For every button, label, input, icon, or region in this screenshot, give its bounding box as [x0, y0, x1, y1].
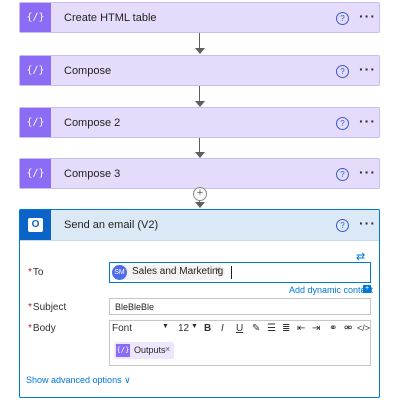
arrow-down-icon [195, 48, 205, 54]
help-icon[interactable]: ? [336, 219, 349, 232]
send-email-header[interactable]: O Send an email (V2) ? ··· [20, 210, 379, 241]
unlink-icon[interactable]: ⚮ [344, 323, 352, 334]
send-email-card: O Send an email (V2) ? ··· ⇄ *To SM Sale… [19, 209, 380, 398]
connector-line [199, 33, 200, 48]
connector-line [199, 86, 200, 101]
recipient-name: Sales and Marketing [132, 266, 224, 277]
braces-icon: {∕} [116, 344, 130, 357]
required-marker: * [28, 267, 32, 278]
step-create-html-table[interactable]: {∕} Create HTML table ? ··· [19, 2, 380, 33]
outlook-icon: O [20, 210, 51, 240]
required-marker: * [28, 323, 32, 334]
more-options-icon[interactable]: ··· [359, 215, 376, 231]
chevron-down-icon: ∨ [124, 375, 131, 385]
step-compose[interactable]: {∕} Compose ? ··· [19, 55, 380, 86]
subject-field[interactable]: BleBleBle [109, 298, 371, 315]
help-icon[interactable]: ? [336, 12, 349, 25]
recipient-token[interactable]: SM Sales and Marketing × [112, 265, 225, 280]
step-title: Compose 2 [64, 117, 121, 129]
chevron-down-icon: ▼ [191, 323, 198, 330]
bulleted-list-icon[interactable]: ☰ [267, 323, 276, 334]
braces-icon: {∕} [20, 159, 51, 188]
more-options-icon[interactable]: ··· [359, 164, 376, 180]
more-options-icon[interactable]: ··· [359, 113, 376, 129]
highlight-icon[interactable]: ✎ [252, 323, 260, 334]
body-editor[interactable]: Font ▼ 12 ▼ B I U ✎ ☰ ≣ ⇤ ⇥ ⚭ ⚮ </> {∕} … [109, 320, 371, 366]
outlook-logo: O [28, 218, 43, 232]
arrow-down-icon [195, 202, 205, 208]
braces-icon: {∕} [20, 108, 51, 137]
dynamic-content-icon[interactable]: + [363, 285, 371, 293]
font-family-dropdown[interactable]: Font ▼ [112, 323, 170, 335]
help-icon[interactable]: ? [336, 65, 349, 78]
help-icon[interactable]: ? [336, 168, 349, 181]
more-options-icon[interactable]: ··· [359, 8, 376, 24]
required-marker: * [28, 302, 32, 313]
link-icon[interactable]: ⚭ [329, 323, 337, 334]
body-label: *Body [28, 323, 56, 334]
step-title: Compose 3 [64, 168, 121, 180]
remove-recipient-icon[interactable]: × [215, 265, 221, 276]
to-field[interactable]: SM Sales and Marketing × [109, 262, 371, 283]
outputs-token-label: Outputs [134, 345, 166, 355]
chevron-down-icon: ▼ [162, 323, 169, 330]
help-icon[interactable]: ? [336, 117, 349, 130]
braces-icon: {∕} [20, 3, 51, 32]
step-compose-2[interactable]: {∕} Compose 2 ? ··· [19, 107, 380, 138]
step-compose-3[interactable]: {∕} Compose 3 ? ··· [19, 158, 380, 189]
decrease-indent-icon[interactable]: ⇤ [297, 323, 305, 334]
remove-token-icon[interactable]: × [165, 344, 170, 354]
avatar: SM [112, 265, 127, 280]
text-cursor [231, 266, 232, 279]
rich-text-toolbar: Font ▼ 12 ▼ B I U ✎ ☰ ≣ ⇤ ⇥ ⚭ ⚮ </> [110, 321, 370, 337]
send-email-title: Send an email (V2) [64, 219, 159, 231]
code-view-icon[interactable]: </> [357, 323, 370, 333]
to-label: *To [28, 267, 44, 278]
italic-icon[interactable]: I [221, 323, 224, 334]
bold-icon[interactable]: B [204, 323, 211, 334]
increase-indent-icon[interactable]: ⇥ [312, 323, 320, 334]
underline-icon[interactable]: U [236, 323, 243, 334]
more-options-icon[interactable]: ··· [359, 61, 376, 77]
braces-icon: {∕} [20, 56, 51, 85]
step-title: Create HTML table [64, 12, 157, 24]
font-family-value: Font [112, 323, 133, 334]
insert-step-plus-icon[interactable]: + [193, 187, 207, 201]
font-size-value: 12 [178, 323, 190, 334]
connector-line [199, 138, 200, 152]
step-title: Compose [64, 65, 112, 77]
add-dynamic-content-link[interactable]: Add dynamic content [289, 285, 373, 295]
show-advanced-options-link[interactable]: Show advanced options ∨ [26, 375, 131, 386]
outputs-token[interactable]: {∕} Outputs × [114, 342, 174, 359]
subject-label: *Subject [28, 302, 67, 313]
font-size-dropdown[interactable]: 12 ▼ [178, 323, 198, 335]
numbered-list-icon[interactable]: ≣ [282, 323, 290, 334]
